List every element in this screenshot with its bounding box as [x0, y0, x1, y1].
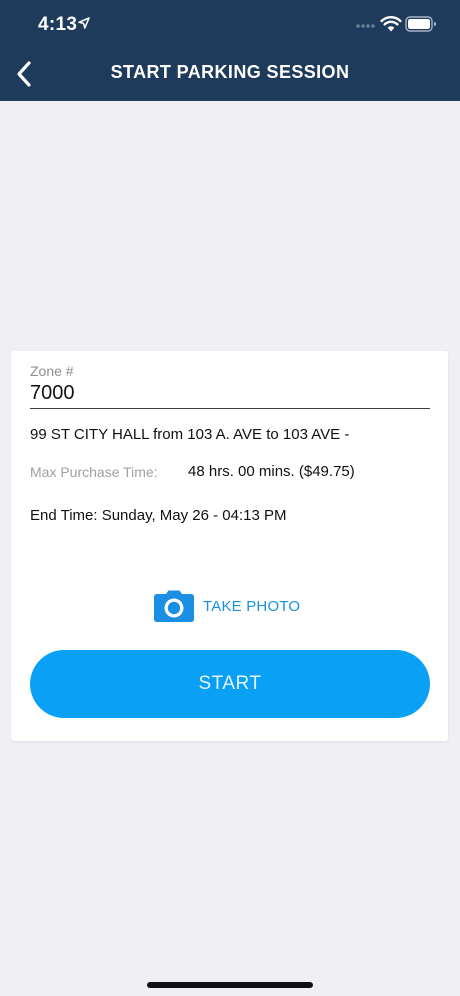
parking-session-card: Zone # 99 ST CITY HALL from 103 A. AVE t…	[11, 351, 448, 741]
take-photo-label: TAKE PHOTO	[203, 597, 301, 615]
home-indicator[interactable]	[147, 982, 313, 988]
status-time: 4:13	[38, 14, 78, 35]
max-purchase-label: Max Purchase Time:	[30, 464, 158, 480]
zone-address: 99 ST CITY HALL from 103 A. AVE to 103 A…	[30, 426, 350, 443]
end-time: End Time: Sunday, May 26 - 04:13 PM	[30, 507, 287, 524]
take-photo-button[interactable]: TAKE PHOTO	[154, 589, 300, 623]
top-bar: 4:13 START PARKING SESSION	[0, 0, 460, 101]
zone-label: Zone #	[30, 363, 74, 379]
camera-icon	[154, 590, 194, 622]
battery-icon	[405, 16, 436, 32]
start-button[interactable]: START	[30, 650, 430, 718]
max-purchase-value: 48 hrs. 00 mins. ($49.75)	[188, 463, 355, 480]
location-arrow-icon	[78, 17, 90, 29]
wifi-icon	[380, 16, 402, 32]
cellular-signal-icon	[356, 24, 375, 28]
page-title: START PARKING SESSION	[110, 62, 350, 82]
screen: 4:13 START PARKING SESSION Zone # 7000 9…	[0, 0, 460, 996]
zone-input[interactable]	[30, 379, 430, 409]
